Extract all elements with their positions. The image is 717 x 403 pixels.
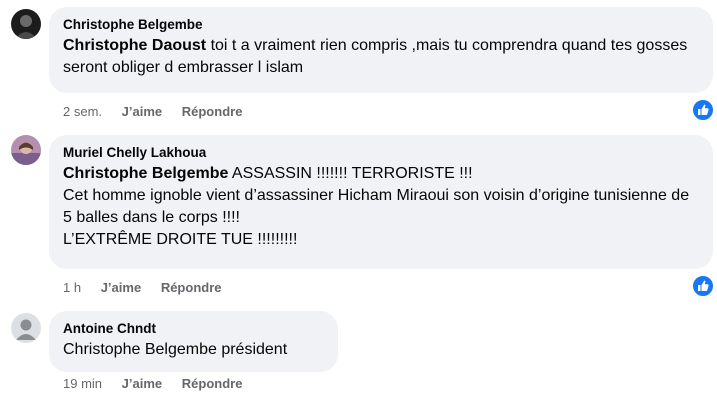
comment-time[interactable]: 1 h [63,280,81,296]
comment-text: Christophe Belgembe ASSASSIN !!!!!!! TER… [63,163,699,251]
comment-text: Christophe Daoust toi t a vraiment rien … [63,35,699,79]
comment-time[interactable]: 2 sem. [63,104,102,120]
comment-bubble: Christophe Belgembe Christophe Daoust to… [49,7,713,93]
comment-text: Christophe Belgembe président [63,339,324,361]
comment-mention[interactable]: Christophe Belgembe [63,165,228,182]
like-button[interactable]: J’aime [122,104,162,120]
comment-actions: 1 h J’aime Répondre [63,280,237,296]
comment-actions: 19 min J’aime Répondre [63,376,258,392]
reply-button[interactable]: Répondre [182,376,243,392]
like-button[interactable]: J’aime [122,376,162,392]
comment-bubble: Muriel Chelly Lakhoua Christophe Belgemb… [49,135,713,269]
default-avatar-icon[interactable] [11,313,41,343]
reply-button[interactable]: Répondre [182,104,243,120]
comment-bubble: Antoine Chndt Christophe Belgembe présid… [49,311,338,372]
avatar[interactable] [11,9,41,39]
comment-author[interactable]: Christophe Belgembe [63,16,699,34]
comment-time[interactable]: 19 min [63,376,102,392]
comment-author[interactable]: Muriel Chelly Lakhoua [63,144,699,162]
like-reaction-icon[interactable] [691,98,715,122]
like-reaction-icon[interactable] [691,274,715,298]
comment-actions: 2 sem. J’aime Répondre [63,104,258,120]
avatar[interactable] [11,135,41,165]
comment-mention[interactable]: Christophe Daoust [63,37,206,54]
reply-button[interactable]: Répondre [161,280,222,296]
like-button[interactable]: J’aime [101,280,141,296]
comment-author[interactable]: Antoine Chndt [63,320,324,338]
comment-body: Christophe Belgembe président [63,341,288,358]
